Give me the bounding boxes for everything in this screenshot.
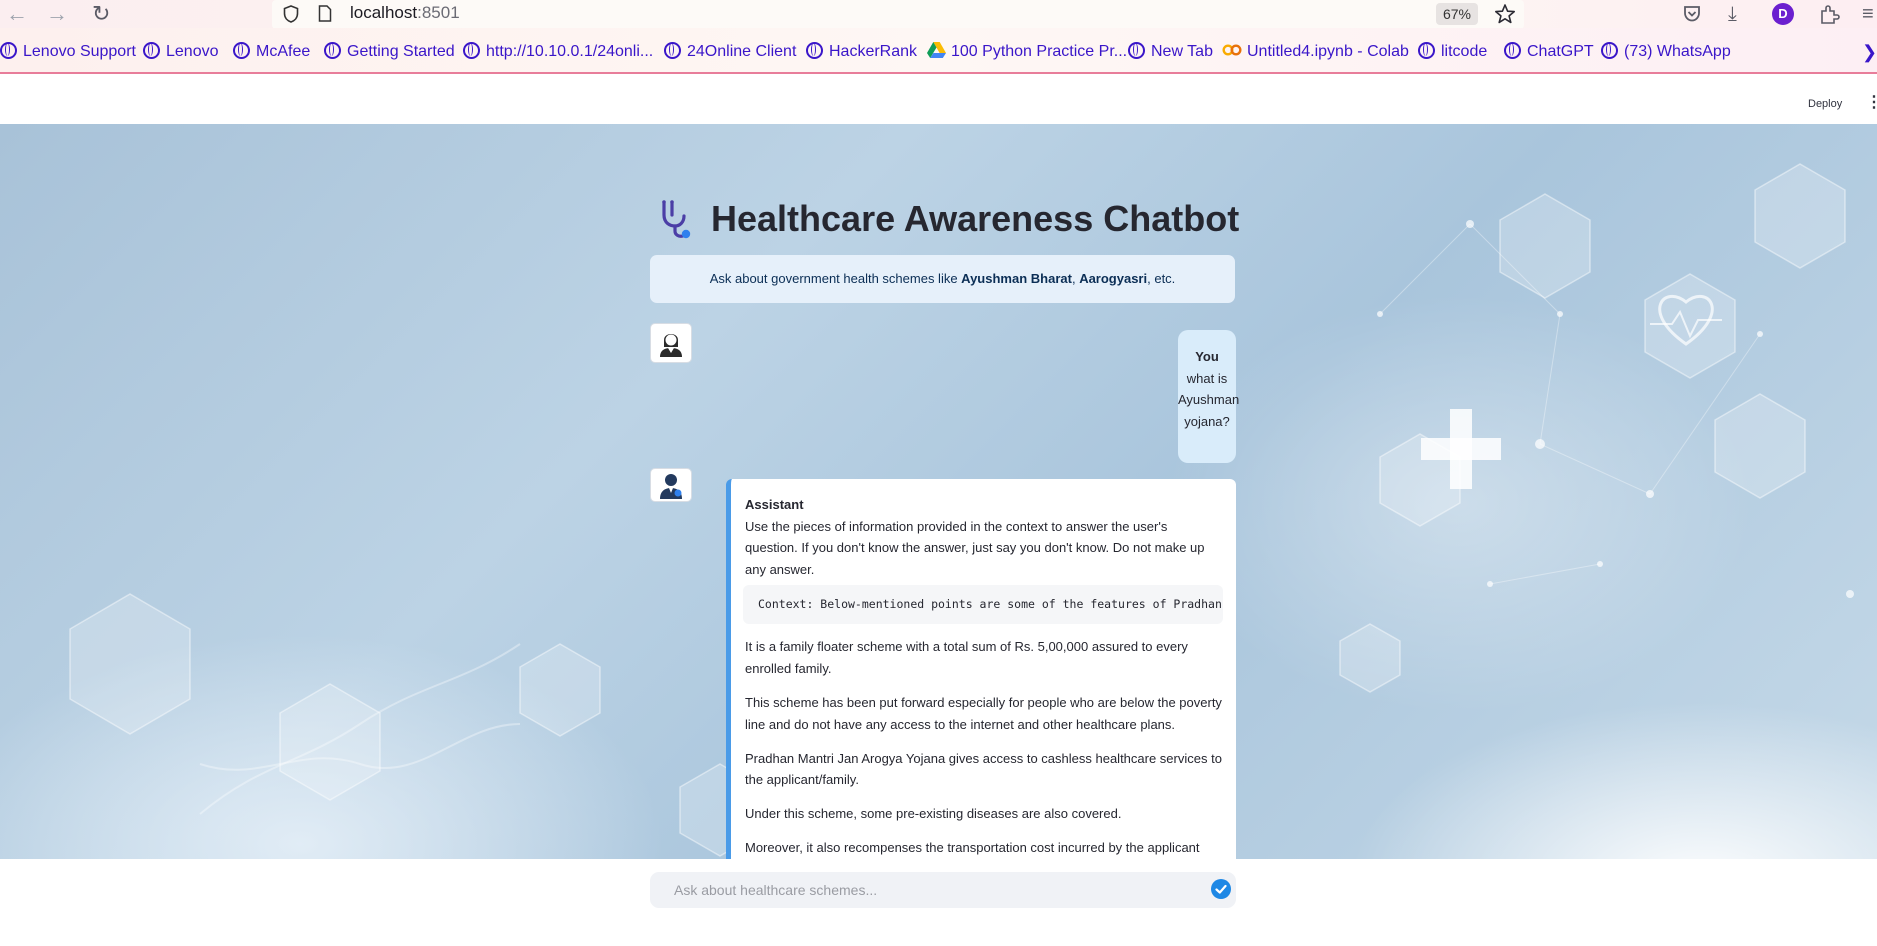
main-menu-icon[interactable]: ⋮ — [1866, 94, 1877, 112]
bookmarks-bar: Lenovo Support Lenovo McAfee Getting Sta… — [0, 28, 1877, 74]
bookmark-item[interactable]: McAfee — [233, 42, 310, 62]
scheme-name: Aarogyasri — [1079, 271, 1148, 286]
bookmarks-overflow-chevron-icon[interactable]: ❯ — [1862, 42, 1877, 63]
menu-icon[interactable]: ≡ — [1862, 2, 1874, 26]
globe-icon — [463, 42, 480, 59]
google-drive-icon — [927, 42, 946, 58]
bookmark-item[interactable]: New Tab — [1128, 42, 1213, 62]
scheme-name: Ayushman Bharat — [961, 271, 1072, 286]
answer-paragraph: Moreover, it also recompenses the transp… — [745, 840, 1200, 856]
download-icon[interactable]: ⤓ — [1728, 2, 1737, 26]
bookmark-item[interactable]: Lenovo Support — [0, 42, 136, 62]
bookmark-item[interactable]: Getting Started — [324, 42, 455, 62]
reload-icon[interactable]: ↻ — [92, 2, 110, 26]
info-banner: Ask about government health schemes like… — [650, 255, 1235, 303]
checkmark-icon — [1215, 884, 1227, 894]
message-role-label: You — [1195, 349, 1219, 364]
assistant-intro-text: Use the pieces of information provided i… — [745, 518, 1205, 577]
globe-icon — [143, 42, 160, 59]
stethoscope-icon — [662, 200, 691, 239]
globe-icon — [0, 42, 17, 59]
globe-icon — [664, 42, 681, 59]
app-header: Deploy ⋮ — [0, 74, 1877, 124]
globe-icon — [1128, 42, 1145, 59]
profile-avatar[interactable]: D — [1772, 3, 1794, 25]
assistant-avatar — [650, 468, 692, 502]
address-bar[interactable] — [272, 0, 1524, 29]
globe-icon — [233, 42, 250, 59]
extensions-icon[interactable] — [1818, 3, 1840, 25]
globe-icon — [324, 42, 341, 59]
globe-icon — [806, 42, 823, 59]
user-avatar-icon — [660, 334, 682, 357]
url-text[interactable]: localhost:8501 — [350, 3, 460, 23]
bookmark-item[interactable]: http://10.10.0.1/24onli... — [463, 42, 653, 62]
globe-icon — [1418, 42, 1435, 59]
chat-input[interactable] — [650, 872, 1236, 908]
zoom-level-badge[interactable]: 67% — [1436, 3, 1478, 25]
doctor-avatar-icon — [660, 474, 682, 499]
user-message-text: what is Ayushman yojana? — [1178, 370, 1240, 429]
globe-icon — [1601, 42, 1618, 59]
bookmark-item[interactable]: 24Online Client — [664, 42, 796, 62]
colab-icon — [1222, 44, 1242, 56]
answer-paragraph: This scheme has been put forward especia… — [745, 694, 1222, 732]
page-title: Healthcare Awareness Chatbot — [711, 198, 1240, 239]
answer-paragraph: Pradhan Mantri Jan Arogya Yojana gives a… — [745, 750, 1222, 788]
answer-paragraph: Under this scheme, some pre-existing dis… — [745, 806, 1122, 822]
assistant-message-card: Assistant Use the pieces of information … — [726, 479, 1236, 859]
shield-icon[interactable] — [283, 5, 299, 23]
bookmark-item[interactable]: 100 Python Practice Pr... — [927, 42, 1127, 62]
answer-paragraph: It is a family floater scheme with a tot… — [745, 639, 1188, 676]
forward-arrow-icon[interactable]: → — [46, 2, 68, 26]
bookmark-item[interactable]: (73) WhatsApp — [1601, 42, 1731, 62]
context-code-block[interactable]: Context: Below-mentioned points are some… — [743, 585, 1223, 625]
bookmark-star-icon[interactable] — [1494, 3, 1516, 25]
bookmark-item[interactable]: Lenovo — [143, 42, 219, 62]
bookmark-item[interactable]: HackerRank — [806, 42, 917, 62]
send-button[interactable] — [1211, 879, 1231, 899]
deploy-button[interactable]: Deploy — [1808, 98, 1842, 110]
user-message-bubble: You what is Ayushman yojana? — [1178, 330, 1240, 463]
bookmark-item[interactable]: Untitled4.ipynb - Colab — [1222, 42, 1409, 62]
back-arrow-icon[interactable]: ← — [6, 2, 28, 26]
page-icon — [318, 5, 332, 22]
message-role-label: Assistant — [745, 497, 804, 512]
pocket-icon[interactable] — [1682, 4, 1702, 24]
browser-toolbar: ← → ↻ localhost:8501 67% ⤓ D ≡ — [0, 0, 1877, 29]
bookmark-item[interactable]: litcode — [1418, 42, 1487, 62]
globe-icon — [1504, 42, 1521, 59]
user-avatar — [650, 323, 692, 363]
bookmark-item[interactable]: ChatGPT — [1504, 42, 1594, 62]
